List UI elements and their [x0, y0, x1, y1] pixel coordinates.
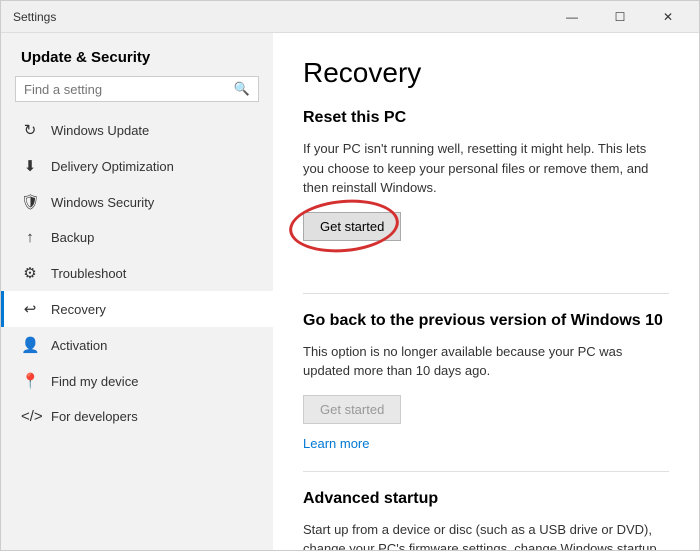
search-icon: 🔍 [234, 81, 250, 97]
sidebar-item-for-developers[interactable]: </> For developers [1, 399, 273, 434]
window-title: Settings [9, 10, 56, 24]
download-icon: ⬇ [21, 157, 39, 175]
recovery-icon: ↩ [21, 300, 39, 318]
sidebar-item-label: Windows Security [51, 195, 154, 210]
search-input[interactable] [24, 82, 234, 97]
sidebar-item-backup[interactable]: ↑ Backup [1, 220, 273, 255]
go-back-section-text: This option is no longer available becau… [303, 342, 669, 381]
sidebar-item-label: For developers [51, 409, 138, 424]
advanced-section-text: Start up from a device or disc (such as … [303, 520, 669, 551]
sidebar-section-title: Update & Security [1, 33, 273, 76]
sidebar-item-label: Backup [51, 230, 94, 245]
titlebar: Settings — ☐ ✕ [1, 1, 699, 33]
page-title: Recovery [303, 57, 669, 89]
go-back-get-started-button: Get started [303, 395, 401, 424]
get-started-wrapper: Get started [303, 212, 401, 265]
sidebar-item-label: Troubleshoot [51, 266, 126, 281]
sidebar-item-label: Find my device [51, 374, 138, 389]
advanced-section-heading: Advanced startup [303, 490, 669, 508]
sidebar-item-label: Windows Update [51, 123, 149, 138]
refresh-icon: ↻ [21, 121, 39, 139]
code-icon: </> [21, 408, 39, 425]
reset-section-heading: Reset this PC [303, 109, 669, 127]
window-controls: — ☐ ✕ [549, 1, 691, 33]
sidebar: Update & Security 🔍 ↻ Windows Update ⬇ D… [1, 33, 273, 550]
sidebar-item-delivery-optimization[interactable]: ⬇ Delivery Optimization [1, 148, 273, 184]
sidebar-item-label: Recovery [51, 302, 106, 317]
main-panel: Recovery Reset this PC If your PC isn't … [273, 33, 699, 550]
settings-window: Settings — ☐ ✕ Update & Security 🔍 ↻ Win… [0, 0, 700, 551]
activation-icon: 👤 [21, 336, 39, 354]
reset-section-text: If your PC isn't running well, resetting… [303, 139, 669, 198]
sidebar-item-activation[interactable]: 👤 Activation [1, 327, 273, 363]
maximize-button[interactable]: ☐ [597, 1, 643, 33]
sidebar-item-find-my-device[interactable]: 📍 Find my device [1, 363, 273, 399]
shield-icon: 🛡 [21, 193, 39, 211]
close-button[interactable]: ✕ [645, 1, 691, 33]
sidebar-item-label: Delivery Optimization [51, 159, 174, 174]
location-icon: 📍 [21, 372, 39, 390]
reset-get-started-button[interactable]: Get started [303, 212, 401, 241]
sidebar-item-recovery[interactable]: ↩ Recovery [1, 291, 273, 327]
main-content: Update & Security 🔍 ↻ Windows Update ⬇ D… [1, 33, 699, 550]
backup-icon: ↑ [21, 229, 39, 246]
gear-icon: ⚙ [21, 264, 39, 282]
sidebar-item-windows-update[interactable]: ↻ Windows Update [1, 112, 273, 148]
divider-2 [303, 471, 669, 472]
search-box[interactable]: 🔍 [15, 76, 259, 102]
sidebar-item-windows-security[interactable]: 🛡 Windows Security [1, 184, 273, 220]
divider-1 [303, 293, 669, 294]
learn-more-link[interactable]: Learn more [303, 436, 669, 451]
minimize-button[interactable]: — [549, 1, 595, 33]
sidebar-item-troubleshoot[interactable]: ⚙ Troubleshoot [1, 255, 273, 291]
go-back-section-heading: Go back to the previous version of Windo… [303, 312, 669, 330]
sidebar-item-label: Activation [51, 338, 107, 353]
